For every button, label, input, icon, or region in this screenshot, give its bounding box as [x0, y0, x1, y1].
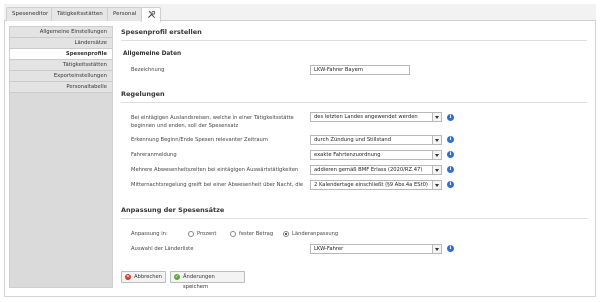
tab-bar: Speseneditor Tätigkeitsstätten Personal: [4, 4, 596, 22]
info-icon[interactable]: i: [447, 181, 454, 188]
main-content: Spesenprofil erstellen Allgemeine Daten …: [118, 24, 592, 290]
rule-select-3[interactable]: exakte Fahrtenzuordnung: [310, 150, 442, 160]
info-icon[interactable]: i: [447, 151, 454, 158]
chevron-down-icon: [432, 136, 441, 144]
chevron-down-icon: [432, 113, 441, 121]
info-icon[interactable]: i: [447, 245, 454, 252]
rule-select-3-value: exakte Fahrtenzuordnung: [314, 152, 381, 158]
cancel-button[interactable]: ✕ Abbrechen: [121, 271, 166, 283]
rule-select-5-value: 2 Kalendertage einschließt (§9 Abs.4a ES…: [314, 182, 428, 188]
rule-label-2: Erkennung Beginn/Ende Spesen relevanter …: [131, 137, 268, 143]
rule-select-2-value: durch Zündung und Stillstand: [314, 137, 391, 143]
divider: [121, 102, 587, 103]
general-data-heading: Allgemeine Daten: [123, 51, 182, 57]
rule-label-3: Fahreranmeldung: [131, 152, 177, 158]
check-icon: ✓: [174, 274, 180, 280]
name-label: Bezeichnung: [131, 67, 165, 73]
chevron-down-icon: [432, 166, 441, 174]
tab-speseneditor[interactable]: Speseneditor: [6, 7, 55, 21]
rule-label-4: Mehrere Abwesenheitszeiten bei eintägige…: [131, 167, 299, 173]
radio-fester-betrag-label: fester Betrag: [239, 231, 274, 237]
radio-prozent-label: Prozent: [197, 231, 217, 237]
radio-fester-betrag[interactable]: [230, 231, 236, 237]
save-button[interactable]: ✓ Änderungen speichern: [170, 271, 245, 290]
radio-prozent[interactable]: [188, 231, 194, 237]
cancel-button-label: Abbrechen: [134, 274, 162, 280]
radio-laenderanpassung-label: Länderanpassung: [292, 231, 339, 237]
info-icon[interactable]: i: [447, 136, 454, 143]
rule-select-4[interactable]: addieren gemäß BMF Erlass (2020/RZ.47): [310, 165, 442, 175]
rule-select-1[interactable]: des letzten Landes angewendet werden: [310, 112, 442, 122]
chevron-down-icon: [432, 181, 441, 189]
adjust-label: Anpassung in:: [131, 231, 168, 237]
rules-heading: Regelungen: [121, 90, 165, 98]
divider: [121, 40, 587, 41]
rule-label-1: Bei eintägigen Auslandsreisen, welche in…: [131, 115, 294, 129]
radio-laenderanpassung[interactable]: [283, 231, 289, 237]
tab-tools[interactable]: [141, 7, 161, 22]
info-icon[interactable]: i: [447, 114, 454, 121]
close-icon: ✕: [125, 274, 131, 280]
country-list-value: LKW-Fahrer: [314, 246, 344, 252]
wrench-screwdriver-icon: [147, 10, 156, 19]
save-button-label: Änderungen speichern: [183, 274, 215, 290]
chevron-down-icon: [432, 245, 441, 253]
page-title: Spesenprofil erstellen: [121, 28, 202, 36]
sidebar-item-taetigkeitsstaetten[interactable]: Tätigkeitsstätten: [10, 60, 112, 71]
tab-personal[interactable]: Personal: [107, 7, 143, 21]
rule-select-1-value: des letzten Landes angewendet werden: [314, 114, 418, 120]
tab-taetigkeitsstaetten[interactable]: Tätigkeitsstätten: [51, 7, 109, 21]
country-list-label: Auswahl der Länderliste: [131, 246, 194, 252]
sidebar-item-personaltabelle[interactable]: Personaltabelle: [10, 82, 112, 93]
sidebar-item-allgemeine-einstellungen[interactable]: Allgemeine Einstellungen: [10, 27, 112, 38]
rule-select-4-value: addieren gemäß BMF Erlass (2020/RZ.47): [314, 167, 423, 173]
divider: [121, 218, 587, 219]
rule-label-5: Mitternachtsregelung greift bei einer Ab…: [131, 182, 304, 188]
rule-select-2[interactable]: durch Zündung und Stillstand: [310, 135, 442, 145]
chevron-down-icon: [432, 151, 441, 159]
sidebar-item-laendersaetze[interactable]: Ländersätze: [10, 38, 112, 49]
sidebar-item-exporteinstellungen[interactable]: Exporteinstellungen: [10, 71, 112, 82]
info-icon[interactable]: i: [447, 166, 454, 173]
rule-select-5[interactable]: 2 Kalendertage einschließt (§9 Abs.4a ES…: [310, 180, 442, 190]
country-list-select[interactable]: LKW-Fahrer: [310, 244, 442, 254]
settings-sidebar: Allgemeine Einstellungen Ländersätze Spe…: [9, 26, 113, 288]
sidebar-item-spesenprofile[interactable]: Spesenprofile: [10, 49, 112, 60]
name-input[interactable]: [310, 65, 410, 75]
adjust-heading: Anpassung der Spesensätze: [121, 206, 225, 214]
